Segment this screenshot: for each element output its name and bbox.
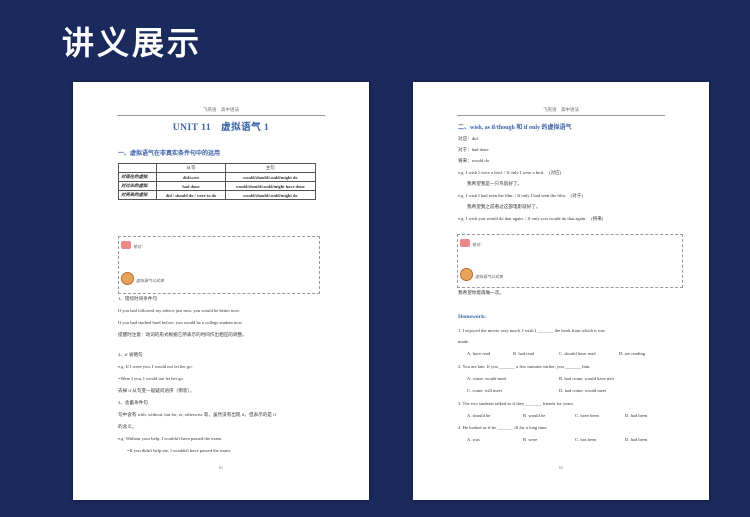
page-header: 飞英语 高中语法 [543,107,579,112]
table-header-cell [117,163,158,173]
text-line: e.g. If I were you, I would not let her … [118,364,193,369]
table-header-cell: 从句 [156,163,226,173]
option: B. would be [523,413,546,418]
table-cell: would/should/could/might do [224,172,317,182]
banner-title: 讲义展示 [62,24,203,62]
table-row: 对过去的虚拟 had done would/should/could/might… [117,181,317,191]
header-divider [457,115,665,116]
handout-page-right: 飞英语 高中语法 二、wish, as if/though 和 if only … [413,82,709,500]
option: A. have read [467,351,491,356]
table-cell: 对现在的虚拟 [117,172,158,182]
text-line: 2、if 省略句 [118,352,143,357]
option: B. had read [513,351,535,356]
option: D. had been [625,413,648,418]
question-text: made. [458,339,470,344]
table-cell: 对过去的虚拟 [117,181,158,191]
page-number: 61 [219,465,223,470]
text-line: =If you didn't help me, I wouldn't have … [127,448,232,453]
table-cell: would/should/could/might do [224,190,317,200]
unit-title: UNIT 11 虚拟语气 1 [172,123,270,133]
handout-page-left: 飞英语 高中语法 UNIT 11 虚拟语气 1 一、虚拟语气在非真实条件句中的运… [73,82,369,500]
option: B. were [523,437,538,442]
text-line: e.g. I wish I were a bird. / If only I w… [458,170,562,175]
text-line: 我希望你能再做一次。 [458,290,504,295]
stamp-icon [460,239,470,247]
option: C. has been [575,437,597,442]
table-cell: would/should/could/might have done [224,181,317,191]
option: B. had come; would have met [559,376,614,381]
page-number: 62 [559,465,563,470]
homework-title: Homework: [458,314,487,320]
option: A. should be [467,413,491,418]
table-row: 对将来的虚拟 did / should do / were to do woul… [117,190,317,200]
question-text: 4. He looked as if he _______ ill for a … [458,425,548,430]
question-text: 3. The two students talked as if they __… [458,401,574,406]
option: D. had been [625,437,648,442]
text-line: 3、含蓄条件句 [118,400,148,405]
question-text: 2. You are late. If you _______ a few mi… [458,364,591,369]
section-heading: 一、虚拟语气在非真实条件句中的运用 [118,151,221,157]
table-row: 对现在的虚拟 did/were would/should/could/might… [117,172,317,182]
table-cell: did / should do / were to do [156,190,226,200]
option: A. was [467,437,480,442]
text-line: e.g. I wish I had seen the film. / If on… [458,193,583,198]
stamp-icon [121,241,131,249]
grammar-table: 从句 主句 对现在的虚拟 did/were would/should/could… [117,163,317,200]
text-line: 我希望我是一只鸟就好了。 [467,181,523,186]
header-divider [117,115,325,116]
question-text: 1. I enjoyed the movie very much. I wish… [458,328,605,333]
text-line: 将来：would do [458,158,490,163]
text-line: e.g. I wish you would do that again. / I… [458,216,604,221]
table-cell: 对将来的虚拟 [117,190,158,200]
option: D. are reading [619,351,646,356]
option: C. come; will meet [467,388,502,393]
note-label: 虚拟语气公式表 [475,274,503,279]
text-line: 句中含有 with, without, but for, or, otherwi… [118,412,276,417]
note-label: 笔记： [472,242,484,247]
avatar-icon [460,268,473,281]
avatar-icon [121,272,134,285]
note-label: 笔记： [133,244,145,249]
text-line: 我希望我之前看过这部电影就好了。 [467,204,541,209]
note-box [118,236,320,294]
table-header-cell: 主句 [224,163,317,173]
table-cell: had done [156,181,226,191]
option: D. had come; would meet [559,388,607,393]
note-label: 虚拟语气公式表 [136,278,164,283]
text-line: 去掉 if 从句变一般疑问语序（倒装）。 [118,388,195,393]
text-line: If you had studied hard before, you woul… [118,320,243,325]
table-cell: did/were [156,172,226,182]
option: C. have been [575,413,599,418]
text-line: e.g. Without your help, I wouldn't have … [118,436,223,441]
option: A. come; would meet [467,376,507,381]
text-line: 对于：had done [458,147,489,152]
page-header: 飞英语 高中语法 [203,107,239,112]
text-line: =Were I you, I would not let her go. [118,376,185,381]
text-line: 1、错综时间条件句 [118,296,158,301]
text-line: If you had followed my advice just now, … [118,308,240,313]
option: C. should have read [559,351,596,356]
text-line: 的含义。 [118,424,137,429]
section-heading: 二、wish, as if/though 和 if only 的虚拟语气 [458,125,572,131]
text-line: 提醒时注意：动词的形式根据它所表示的时间作出相应的调整。 [118,332,247,337]
table-header-row: 从句 主句 [117,163,317,173]
text-line: 对应：did [458,136,478,141]
